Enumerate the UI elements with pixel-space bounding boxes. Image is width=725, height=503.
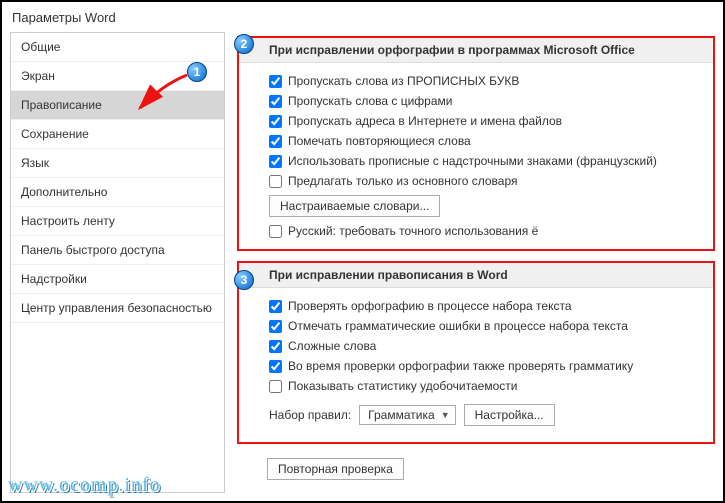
ruleset-select[interactable]: Грамматика ▼	[359, 405, 455, 425]
check-french[interactable]: Использовать прописные с надстрочными зн…	[269, 151, 703, 171]
check-grammar-with-spell[interactable]: Во время проверки орфографии также прове…	[269, 356, 703, 376]
checkbox[interactable]	[269, 380, 282, 393]
check-label: Проверять орфографию в процессе набора т…	[288, 299, 572, 313]
custom-dictionaries-button[interactable]: Настраиваемые словари...	[269, 195, 440, 217]
sidebar-item-trustcenter[interactable]: Центр управления безопасностью	[11, 294, 224, 323]
check-grammar-as-type[interactable]: Отмечать грамматические ошибки в процесс…	[269, 316, 703, 336]
check-repeated[interactable]: Помечать повторяющиеся слова	[269, 131, 703, 151]
sidebar-item-proofing[interactable]: Правописание	[11, 91, 224, 120]
check-label: Помечать повторяющиеся слова	[288, 134, 471, 148]
checkbox[interactable]	[269, 175, 282, 188]
check-label: Показывать статистику удобочитаемости	[288, 379, 517, 393]
sidebar-item-language[interactable]: Язык	[11, 149, 224, 178]
check-internet[interactable]: Пропускать адреса в Интернете и имена фа…	[269, 111, 703, 131]
check-label: Отмечать грамматические ошибки в процесс…	[288, 319, 628, 333]
checkbox[interactable]	[269, 320, 282, 333]
sidebar-item-label: Центр управления безопасностью	[21, 301, 212, 315]
options-window: Параметры Word 1 2 3 Общие Экран Правопи…	[0, 0, 725, 503]
check-label: Сложные слова	[288, 339, 376, 353]
checkbox[interactable]	[269, 225, 282, 238]
check-spell-as-type[interactable]: Проверять орфографию в процессе набора т…	[269, 296, 703, 316]
sidebar-item-label: Общие	[21, 40, 60, 54]
check-uppercase[interactable]: Пропускать слова из ПРОПИСНЫХ БУКВ	[269, 71, 703, 91]
sidebar-item-ribbon[interactable]: Настроить ленту	[11, 207, 224, 236]
callout-1: 1	[187, 62, 207, 82]
sidebar-item-label: Настроить ленту	[21, 214, 115, 228]
sidebar-item-label: Дополнительно	[21, 185, 107, 199]
sidebar-item-general[interactable]: Общие	[11, 33, 224, 62]
check-label: Пропускать слова с цифрами	[288, 94, 452, 108]
checkbox[interactable]	[269, 300, 282, 313]
sidebar-item-label: Сохранение	[21, 127, 89, 141]
check-label: Во время проверки орфографии также прове…	[288, 359, 633, 373]
checkbox[interactable]	[269, 115, 282, 128]
select-value: Грамматика	[368, 408, 434, 422]
group-office-spelling: При исправлении орфографии в программах …	[237, 36, 715, 251]
check-maindict[interactable]: Предлагать только из основного словаря	[269, 171, 703, 191]
check-label: Предлагать только из основного словаря	[288, 174, 517, 188]
group-word-proofing: При исправлении правописания в Word Пров…	[237, 261, 715, 444]
check-compound-words[interactable]: Сложные слова	[269, 336, 703, 356]
check-label: Русский: требовать точного использования…	[288, 224, 538, 238]
ruleset-label: Набор правил:	[269, 408, 351, 422]
sidebar-item-label: Панель быстрого доступа	[21, 243, 165, 257]
sidebar-item-qat[interactable]: Панель быстрого доступа	[11, 236, 224, 265]
check-numbers[interactable]: Пропускать слова с цифрами	[269, 91, 703, 111]
checkbox[interactable]	[269, 75, 282, 88]
sidebar-item-label: Надстройки	[21, 272, 87, 286]
callout-3: 3	[234, 270, 254, 290]
check-readability[interactable]: Показывать статистику удобочитаемости	[269, 376, 703, 396]
checkbox[interactable]	[269, 155, 282, 168]
check-label: Пропускать слова из ПРОПИСНЫХ БУКВ	[288, 74, 519, 88]
grammar-settings-button[interactable]: Настройка...	[464, 404, 555, 426]
check-label: Использовать прописные с надстрочными зн…	[288, 154, 657, 168]
chevron-down-icon: ▼	[441, 410, 450, 420]
sidebar-item-save[interactable]: Сохранение	[11, 120, 224, 149]
sidebar-item-label: Экран	[21, 69, 55, 83]
group-header: При исправлении правописания в Word	[239, 263, 713, 288]
check-russian-yo[interactable]: Русский: требовать точного использования…	[269, 221, 703, 241]
sidebar-item-addins[interactable]: Надстройки	[11, 265, 224, 294]
recheck-button[interactable]: Повторная проверка	[267, 458, 404, 480]
content-pane: При исправлении орфографии в программах …	[225, 32, 723, 501]
checkbox[interactable]	[269, 135, 282, 148]
window-title: Параметры Word	[2, 2, 723, 31]
sidebar-item-label: Язык	[21, 156, 49, 170]
sidebar: Общие Экран Правописание Сохранение Язык…	[10, 32, 225, 493]
checkbox[interactable]	[269, 95, 282, 108]
check-label: Пропускать адреса в Интернете и имена фа…	[288, 114, 562, 128]
callout-2: 2	[234, 34, 254, 54]
checkbox[interactable]	[269, 340, 282, 353]
sidebar-item-advanced[interactable]: Дополнительно	[11, 178, 224, 207]
group-header: При исправлении орфографии в программах …	[239, 38, 713, 63]
sidebar-item-label: Правописание	[21, 98, 102, 112]
checkbox[interactable]	[269, 360, 282, 373]
